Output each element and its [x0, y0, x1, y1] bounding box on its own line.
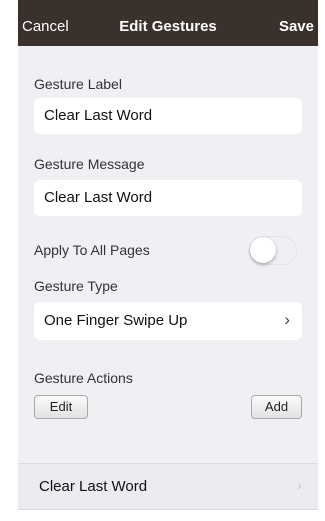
list-item[interactable]: Clear Last Word ›	[18, 463, 318, 510]
gesture-type-selector[interactable]: One Finger Swipe Up ›	[34, 302, 302, 340]
gesture-message-input[interactable]	[34, 180, 302, 216]
chevron-right-icon: ›	[297, 477, 302, 494]
apply-all-pages-label: Apply To All Pages	[34, 242, 150, 258]
edit-actions-button[interactable]: Edit	[34, 395, 88, 419]
action-item-label: Clear Last Word	[39, 478, 148, 495]
gesture-type-heading: Gesture Type	[34, 278, 118, 294]
gesture-label-input[interactable]	[34, 98, 302, 134]
gesture-message-heading: Gesture Message	[34, 156, 145, 172]
save-button[interactable]: Save	[279, 18, 314, 36]
toggle-knob	[250, 237, 276, 263]
gesture-label-heading: Gesture Label	[34, 76, 122, 92]
gesture-actions-heading: Gesture Actions	[34, 370, 133, 386]
page-title: Edit Gestures	[119, 18, 217, 35]
add-action-button[interactable]: Add	[251, 395, 302, 419]
navigation-bar: Cancel Edit Gestures Save	[18, 0, 318, 46]
chevron-right-icon: ›	[284, 310, 290, 329]
apply-all-pages-toggle[interactable]	[249, 236, 297, 265]
gesture-type-value: One Finger Swipe Up	[44, 312, 188, 329]
screen: Cancel Edit Gestures Save Gesture Label …	[0, 0, 325, 521]
